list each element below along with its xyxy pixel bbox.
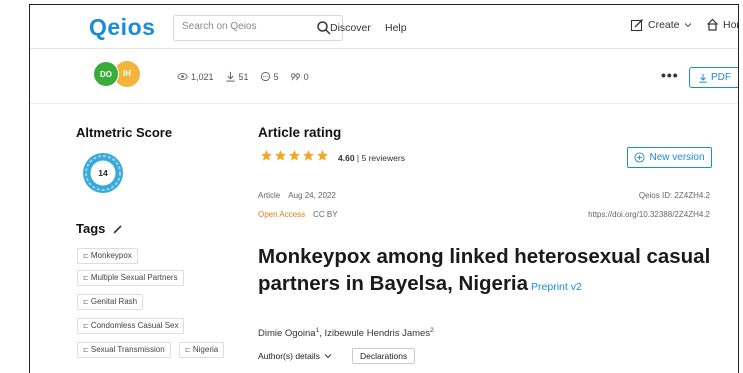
qeios-id: Qeios ID: 2Z4ZH4.2 [638, 191, 710, 200]
tag-label: Condomless Casual Sex [90, 321, 179, 330]
tag-icon: ⊏ [83, 347, 89, 354]
rating-number: 4.60 [338, 153, 355, 163]
star-icon [275, 150, 286, 161]
tag-multiple-sexual-partners[interactable]: ⊏ Multiple Sexual Partners [77, 270, 184, 286]
tag-icon: ⊏ [83, 275, 89, 282]
author-list: Dimie Ogoina1, Izibewule Hendris James2 [258, 327, 434, 340]
star-icon [317, 150, 328, 161]
reviews-count: 0 [303, 71, 309, 82]
altmetric-title: Altmetric Score [76, 125, 173, 140]
author-affiliation: 2 [430, 327, 434, 334]
article-type: Article [258, 191, 281, 200]
download-icon [699, 73, 707, 83]
open-access-label: Open Access [258, 210, 306, 219]
nav-help[interactable]: Help [385, 22, 407, 34]
home-link[interactable]: Hor [706, 18, 739, 31]
tag-label: Nigeria [192, 345, 219, 354]
doi-link[interactable]: https://doi.org/10.32388/2Z4ZH4.2 [588, 210, 710, 219]
qeios-logo[interactable]: Qeios [89, 14, 155, 41]
tag-label: Multiple Sexual Partners [90, 273, 178, 282]
article-title-text: Monkeypox among linked heterosexual casu… [258, 245, 711, 295]
tag-label: Sexual Transmission [90, 345, 165, 354]
search-box[interactable] [173, 15, 343, 41]
rating-stars [260, 149, 329, 162]
nav-discover[interactable]: Discover [330, 22, 371, 34]
pencil-icon[interactable] [113, 224, 123, 234]
access-info: Open Access CC BY [258, 210, 338, 219]
altmetric-badge[interactable]: 14 [81, 151, 125, 195]
comment-icon [260, 71, 270, 82]
create-label: Create [648, 19, 680, 31]
reviews-stat[interactable]: 0 [290, 71, 309, 82]
tag-genital-rash[interactable]: ⊏ Genital Rash [77, 294, 144, 310]
tag-nigeria[interactable]: ⊏ Nigeria [179, 342, 225, 358]
download-icon [225, 71, 235, 82]
author-name[interactable]: Dimie Ogoina [258, 328, 316, 339]
views-count: 1,021 [191, 71, 214, 82]
article-toolbar: DO IH 1,021 51 5 0 ••• PDF [30, 49, 738, 104]
star-icon [289, 150, 300, 161]
author-details-toggle[interactable]: Author(s) details [258, 351, 332, 361]
tags-title-label: Tags [76, 221, 106, 236]
new-version-button[interactable]: New version [627, 147, 712, 168]
edit-icon [630, 19, 643, 32]
home-icon [707, 18, 718, 31]
altmetric-score: 14 [98, 168, 108, 178]
create-menu[interactable]: Create [630, 18, 692, 32]
comments-stat[interactable]: 5 [260, 71, 279, 82]
pdf-label: PDF [711, 72, 731, 83]
declarations-button[interactable]: Declarations [352, 348, 416, 364]
article-title: Monkeypox among linked heterosexual casu… [258, 243, 718, 301]
article-date: Aug 24, 2022 [288, 191, 336, 200]
rating-value: 4.60 | 5 reviewers [338, 153, 405, 163]
tag-condomless-casual-sex[interactable]: ⊏ Condomless Casual Sex [77, 318, 185, 334]
author-affiliation: 1 [315, 327, 320, 334]
chevron-down-icon [684, 23, 691, 28]
star-icon [261, 150, 272, 161]
downloads-stat: 51 [225, 71, 249, 82]
new-version-label: New version [649, 152, 705, 163]
rating-title: Article rating [258, 125, 342, 140]
top-header: Qeios Discover Help Create Ho [30, 5, 739, 49]
home-label: Hor [723, 18, 739, 31]
more-options-button[interactable]: ••• [661, 67, 679, 83]
tag-icon: ⊏ [83, 323, 89, 330]
reviewers-count[interactable]: 5 reviewers [361, 153, 404, 163]
preprint-badge[interactable]: Preprint v2 [531, 281, 582, 293]
tag-icon: ⊏ [83, 253, 89, 260]
article-meta: Article Aug 24, 2022 [258, 191, 336, 200]
comments-count: 5 [273, 71, 279, 82]
tag-icon: ⊏ [185, 347, 191, 354]
tag-label: Genital Rash [90, 297, 138, 306]
license-label[interactable]: CC BY [313, 210, 337, 219]
author-name[interactable]: Izibewule Hendris James [324, 328, 430, 339]
chevron-down-icon [324, 354, 332, 359]
plus-circle-icon [634, 152, 646, 163]
quote-icon [290, 73, 300, 81]
star-icon [303, 150, 314, 161]
eye-icon [177, 73, 188, 80]
avatar[interactable]: DO [93, 61, 119, 87]
search-input[interactable] [182, 21, 302, 32]
article-stats: 1,021 51 5 0 [177, 71, 309, 82]
tag-icon: ⊏ [83, 299, 89, 306]
tag-label: Monkeypox [90, 251, 132, 260]
tag-monkeypox[interactable]: ⊏ Monkeypox [77, 248, 138, 264]
tag-sexual-transmission[interactable]: ⊏ Sexual Transmission [77, 342, 171, 358]
downloads-count: 51 [238, 71, 249, 82]
tags-title: Tags [76, 221, 123, 236]
views-stat: 1,021 [177, 71, 214, 82]
browser-frame: Qeios Discover Help Create Ho [29, 4, 739, 373]
author-details-label: Author(s) details [258, 351, 320, 361]
pdf-button[interactable]: PDF [689, 67, 738, 88]
